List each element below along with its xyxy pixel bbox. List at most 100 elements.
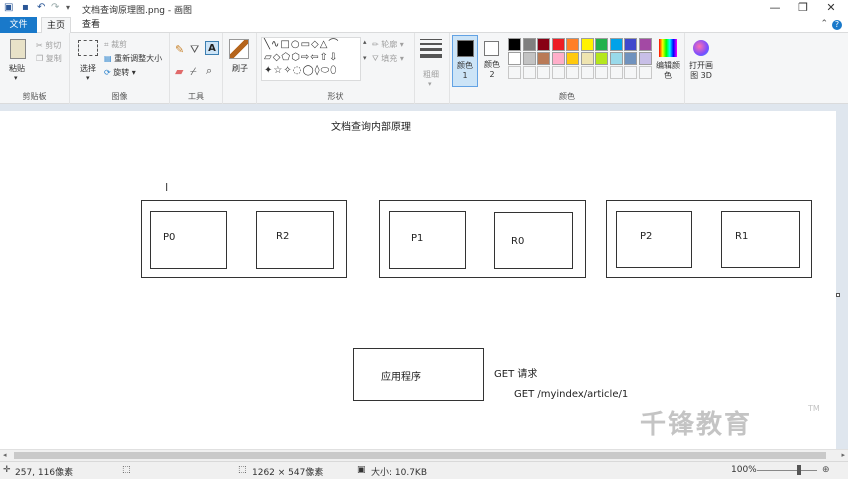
resize-button[interactable]: ▤ 重新调整大小 (104, 53, 162, 64)
custom-color-slot[interactable] (595, 66, 608, 79)
scroll-left-icon[interactable]: ◂ (3, 451, 7, 459)
edit-colors-button[interactable]: 编辑颜色 (653, 37, 683, 87)
color2-button[interactable]: 颜色 2 (480, 35, 506, 87)
custom-color-slot[interactable] (537, 66, 550, 79)
custom-color-slot[interactable] (609, 66, 623, 79)
palette-color-swatch[interactable] (566, 52, 579, 65)
app-label: 应用程序 (381, 372, 421, 383)
select-dropdown-icon[interactable]: ▾ (86, 74, 90, 82)
paint3d-button[interactable]: 打开画图 3D (685, 33, 717, 104)
zoom-in-icon[interactable]: ⊕ (822, 465, 830, 475)
fill-shape-button[interactable]: ⛛ 填充 ▾ (372, 53, 404, 64)
eraser-icon[interactable]: ▰ (175, 65, 183, 78)
copy-label: 复制 (45, 54, 62, 63)
crop-label: 裁剪 (111, 40, 128, 49)
cut-button[interactable]: ✂ 剪切 (36, 40, 61, 51)
crop-button[interactable]: ⌗ 裁剪 (104, 39, 127, 50)
shapes-gallery[interactable]: ╲∿□○▭◇△⌒ ▱◇⬠⬡⇨⇦⇧⇩ ✦☆✧◌◯◊⬭⬯ (261, 37, 361, 81)
fill-icon[interactable]: ⛛ (190, 43, 199, 57)
scrollbar-thumb[interactable] (14, 452, 826, 459)
drawing-canvas[interactable]: 文档查询内部原理 I P0 R2 P1 R0 P2 R1 应用程序 GET 请求… (0, 111, 840, 449)
palette-color-swatch[interactable] (624, 38, 637, 51)
image-group-label: 图像 (111, 92, 128, 101)
custom-color-slot[interactable] (566, 66, 579, 79)
palette-color-swatch[interactable] (522, 52, 536, 65)
paste-icon[interactable] (10, 39, 26, 59)
paste-dropdown-icon[interactable]: ▾ (14, 74, 18, 82)
shard-box (256, 211, 334, 269)
cut-label: 剪切 (45, 41, 62, 50)
color1-button[interactable]: 颜色 1 (452, 35, 478, 87)
collapse-ribbon-icon[interactable]: ⌃ (820, 19, 828, 29)
custom-color-slot[interactable] (638, 66, 652, 79)
save-icon[interactable]: ▪ (22, 2, 29, 14)
help-icon[interactable]: ? (832, 20, 842, 30)
pencil-icon[interactable]: ✎ (175, 43, 184, 56)
customize-quick-access-icon[interactable]: ▾ (66, 2, 70, 14)
horizontal-scrollbar[interactable]: ◂ ▸ (0, 449, 848, 461)
shard-label: P1 (411, 233, 424, 244)
shapes-scroll-up-icon[interactable]: ▴ (363, 38, 367, 46)
palette-color-swatch[interactable] (537, 38, 550, 51)
tab-file[interactable]: 文件 (0, 17, 37, 33)
zoom-slider[interactable] (757, 470, 817, 471)
custom-color-slot[interactable] (522, 66, 536, 79)
window-title: 文档查询原理图.png - 画图 (82, 6, 192, 16)
palette-color-swatch[interactable] (624, 52, 637, 65)
brushes-group[interactable]: 刷子 (223, 33, 257, 104)
palette-color-swatch[interactable] (609, 38, 623, 51)
palette-color-swatch[interactable] (537, 52, 550, 65)
undo-icon[interactable]: ↶ (37, 2, 45, 14)
zoom-slider-thumb[interactable] (797, 465, 801, 475)
palette-color-swatch[interactable] (566, 38, 579, 51)
tab-home[interactable]: 主页 (41, 17, 71, 33)
rainbow-icon (659, 39, 677, 57)
palette-color-swatch[interactable] (638, 52, 652, 65)
shapes-scroll-down-icon[interactable]: ▾ (363, 54, 367, 62)
paste-button[interactable]: 粘贴 (9, 63, 25, 74)
select-button[interactable]: 选择 (80, 63, 96, 74)
minimize-button[interactable]: — (760, 0, 790, 17)
palette-color-swatch[interactable] (609, 52, 623, 65)
magnifier-icon[interactable]: ⌕ (206, 64, 212, 78)
select-icon[interactable] (78, 40, 98, 56)
palette-color-swatch[interactable] (595, 52, 608, 65)
palette-color-swatch[interactable] (580, 52, 594, 65)
palette-color-swatch[interactable] (551, 38, 565, 51)
custom-color-slot[interactable] (580, 66, 594, 79)
outline-button[interactable]: ✏ 轮廓 ▾ (372, 39, 404, 50)
redo-icon[interactable]: ↷ (51, 2, 59, 14)
color-picker-icon[interactable]: ⌿ (190, 65, 197, 79)
palette-color-swatch[interactable] (580, 38, 594, 51)
ribbon-tabs: 文件 主页 查看 ⌃ ? (0, 17, 848, 33)
scroll-right-icon[interactable]: ▸ (841, 451, 845, 459)
rotate-button[interactable]: ⟳ 旋转 ▾ (104, 67, 136, 78)
palette-color-swatch[interactable] (508, 38, 521, 51)
size-group[interactable]: 粗细 ▾ (415, 33, 450, 104)
palette-color-swatch[interactable] (638, 38, 652, 51)
watermark-tm: TM (808, 404, 820, 413)
palette-color-swatch[interactable] (595, 38, 608, 51)
text-tool-icon[interactable]: A (205, 41, 219, 55)
custom-color-slot[interactable] (624, 66, 637, 79)
custom-color-slot[interactable] (551, 66, 565, 79)
custom-color-slot[interactable] (508, 66, 521, 79)
tools-group: ✎ ⛛ A ▰ ⌿ ⌕ 工具 (170, 33, 223, 104)
palette-color-swatch[interactable] (508, 52, 521, 65)
canvas-resize-handle[interactable] (836, 293, 840, 297)
palette-color-swatch[interactable] (522, 38, 536, 51)
watermark: 千锋教育 (640, 410, 753, 440)
palette-color-swatch[interactable] (551, 52, 565, 65)
shard-label: P0 (163, 232, 176, 243)
shard-label: P2 (640, 231, 653, 242)
maximize-button[interactable]: ❐ (788, 0, 818, 17)
tab-view[interactable]: 查看 (79, 17, 103, 33)
shard-box (494, 212, 573, 269)
rotate-label: 旋转 (113, 68, 130, 77)
brush-icon (229, 39, 249, 59)
close-button[interactable]: ✕ (816, 0, 846, 17)
shapes-group-label: 形状 (327, 92, 344, 101)
copy-button[interactable]: ❐ 复制 (36, 53, 62, 64)
crop-icon: ⌗ (104, 40, 109, 49)
cut-icon: ✂ (36, 41, 43, 50)
